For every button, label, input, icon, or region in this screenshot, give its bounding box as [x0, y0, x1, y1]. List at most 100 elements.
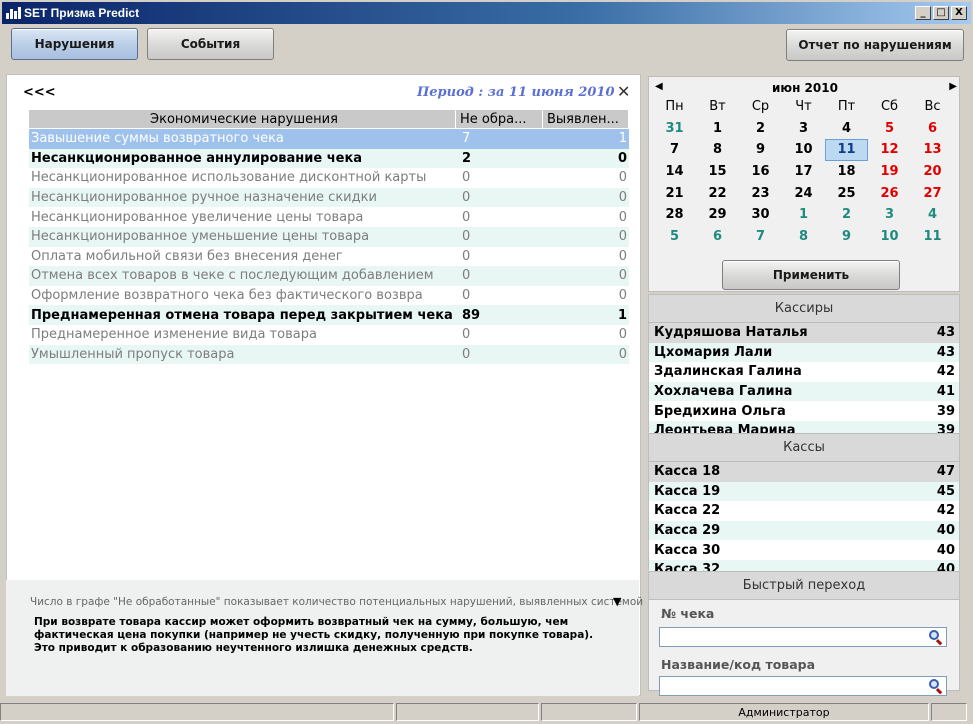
weekday-label: Чт: [795, 99, 812, 115]
calendar-day[interactable]: 28: [653, 204, 696, 226]
calendar-day[interactable]: 6: [911, 118, 954, 140]
minimize-button[interactable]: _: [915, 6, 931, 20]
table-row[interactable]: Преднамеренная отмена товара перед закры…: [29, 305, 629, 325]
calendar-day[interactable]: 2: [825, 204, 868, 226]
table-row[interactable]: Преднамеренное изменение вида товара 0 0: [29, 325, 629, 345]
item-count: 42: [936, 503, 955, 519]
calendar-day[interactable]: 26: [868, 182, 911, 204]
calendar-day[interactable]: 10: [868, 226, 911, 248]
calendar-day[interactable]: 18: [825, 161, 868, 183]
table-row[interactable]: Оплата мобильной связи без внесения дене…: [29, 247, 629, 267]
table-row[interactable]: Завышение суммы возвратного чека 7 1: [29, 129, 629, 149]
table-row[interactable]: Несанкционированное уменьшение цены това…: [29, 226, 629, 247]
violation-name: Умышленный пропуск товара: [31, 346, 235, 362]
table-row[interactable]: Несанкционированное увеличение цены това…: [29, 207, 629, 227]
calendar-day[interactable]: 15: [696, 161, 739, 183]
unprocessed-count: 0: [462, 327, 471, 343]
list-item[interactable]: Касса 22 42: [649, 501, 959, 521]
calendar-day[interactable]: 9: [739, 139, 782, 161]
table-row[interactable]: Несанкционированное аннулирование чека 2 0: [29, 148, 629, 169]
detected-count: 0: [618, 346, 627, 362]
detected-count: 0: [618, 229, 627, 245]
search-icon[interactable]: [928, 678, 944, 695]
calendar-day[interactable]: 11: [911, 226, 954, 248]
table-row[interactable]: Отмена всех товаров в чеке с последующим…: [29, 266, 629, 286]
registers-list: Касса 18 47 Касса 19 45 Касса 22 42 Касса 29 40…: [649, 462, 959, 572]
calendar-day[interactable]: 5: [653, 226, 696, 248]
calendar-day[interactable]: 17: [782, 161, 825, 183]
calendar-day[interactable]: 22: [696, 182, 739, 204]
events-button[interactable]: События: [147, 28, 274, 60]
maximize-button[interactable]: □: [933, 6, 949, 20]
calendar-day[interactable]: 7: [653, 139, 696, 161]
calendar-day[interactable]: 16: [739, 161, 782, 183]
product-input[interactable]: [659, 676, 947, 696]
list-item[interactable]: Касса 18 47: [649, 462, 959, 482]
list-item[interactable]: Здалинская Галина 42: [649, 362, 959, 382]
calendar-day[interactable]: 9: [825, 226, 868, 248]
list-item[interactable]: Хохлачева Галина 41: [649, 381, 959, 402]
calendar-day[interactable]: 1: [782, 204, 825, 226]
calendar-day[interactable]: 12: [868, 139, 911, 161]
calendar-day[interactable]: 24: [782, 182, 825, 204]
calendar-day[interactable]: 3: [782, 118, 825, 140]
calendar-day[interactable]: 4: [825, 118, 868, 140]
close-icon[interactable]: ✕: [617, 82, 630, 101]
calendar-day[interactable]: 2: [739, 118, 782, 140]
column-header-violation[interactable]: Экономические нарушения: [29, 110, 456, 128]
list-item[interactable]: Бредихина Ольга 39: [649, 401, 959, 421]
calendar-day[interactable]: 1: [696, 118, 739, 140]
list-item[interactable]: Цхомария Лали 43: [649, 342, 959, 363]
calendar-day[interactable]: 5: [868, 118, 911, 140]
calendar-day[interactable]: 4: [911, 204, 954, 226]
calendar-day[interactable]: 21: [653, 182, 696, 204]
column-header-unprocessed[interactable]: Не обра...: [456, 110, 543, 128]
detected-count: 1: [618, 131, 627, 147]
window-controls: _ □ X: [915, 6, 967, 20]
list-item[interactable]: Леонтьева Марина 39: [649, 420, 959, 433]
list-item[interactable]: Касса 19 45: [649, 481, 959, 502]
list-item[interactable]: Касса 30 40: [649, 540, 959, 560]
cashiers-title: Кассиры: [649, 295, 959, 323]
calendar-day[interactable]: 30: [739, 204, 782, 226]
next-month-icon[interactable]: ▶: [949, 81, 957, 92]
close-button[interactable]: X: [951, 6, 967, 20]
calendar-day[interactable]: 6: [696, 226, 739, 248]
calendar-day[interactable]: 8: [782, 226, 825, 248]
arrow-down-icon[interactable]: ▼: [613, 595, 621, 608]
column-header-detected[interactable]: Выявлен...: [543, 110, 629, 128]
back-link[interactable]: <<<: [23, 85, 56, 100]
calendar-day[interactable]: 19: [868, 161, 911, 183]
calendar-day[interactable]: 13: [911, 139, 954, 161]
calendar-day[interactable]: 23: [739, 182, 782, 204]
calendar-day[interactable]: 25: [825, 182, 868, 204]
calendar-grid: Пн Вт Ср Чт Пт Сб Вс 31 1 2 3 4 5 6 7 8 9 10 11 12 13 14 15 16 1…: [653, 96, 953, 247]
cashiers-list: Кудряшова Наталья 43 Цхомария Лали 43 Здалин…: [649, 323, 959, 433]
search-icon[interactable]: [928, 629, 944, 646]
status-pane: [396, 703, 539, 721]
calendar-day[interactable]: 27: [911, 182, 954, 204]
calendar-day[interactable]: 7: [739, 226, 782, 248]
list-item[interactable]: Касса 29 40: [649, 520, 959, 541]
calendar-day[interactable]: 3: [868, 204, 911, 226]
calendar-day[interactable]: 11: [825, 139, 868, 161]
item-count: 45: [936, 483, 955, 499]
table-row[interactable]: Оформление возвратного чека без фактичес…: [29, 286, 629, 306]
calendar-day[interactable]: 31: [653, 118, 696, 140]
calendar-day[interactable]: 29: [696, 204, 739, 226]
violations-button[interactable]: Нарушения: [11, 28, 138, 60]
status-pane: [931, 703, 967, 721]
table-row[interactable]: Несанкционированное ручное назначение ск…: [29, 187, 629, 208]
report-button[interactable]: Отчет по нарушениям: [786, 29, 964, 61]
list-item[interactable]: Кудряшова Наталья 43: [649, 323, 959, 343]
table-row[interactable]: Умышленный пропуск товара 0 0: [29, 344, 629, 365]
table-row[interactable]: Несанкционированное использование дискон…: [29, 168, 629, 188]
calendar-day[interactable]: 20: [911, 161, 954, 183]
calendar-day[interactable]: 14: [653, 161, 696, 183]
check-number-input[interactable]: [659, 627, 947, 647]
apply-button[interactable]: Применить: [722, 260, 900, 290]
unprocessed-count: 0: [462, 346, 471, 362]
weekday-label: Вт: [709, 99, 726, 115]
calendar-day[interactable]: 8: [696, 139, 739, 161]
calendar-day[interactable]: 10: [782, 139, 825, 161]
